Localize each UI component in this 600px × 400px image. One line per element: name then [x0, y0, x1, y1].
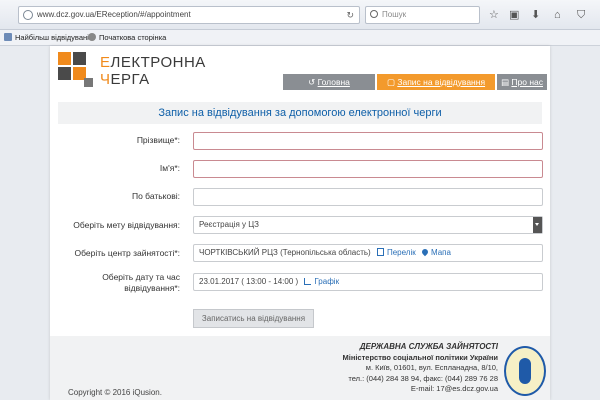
bookmark-start-page[interactable]: Початкова сторінка — [88, 30, 166, 46]
download-icon[interactable]: ⬇ — [531, 8, 540, 22]
folder-icon — [4, 33, 12, 41]
globe-icon — [23, 10, 33, 20]
surname-input[interactable] — [193, 132, 543, 150]
purpose-select[interactable]: Реєстрація у ЦЗ — [193, 216, 543, 234]
browser-search-input[interactable]: Пошук — [365, 6, 480, 24]
center-list-link[interactable]: Перелік — [387, 248, 416, 257]
list-icon — [376, 248, 384, 256]
page-content: ЕЛЕКТРОННА ЧЕРГА ↺ Головна ▢ Запис на ві… — [50, 46, 550, 400]
name-input[interactable] — [193, 160, 543, 178]
logo-square — [58, 67, 71, 80]
bookmarks-bar: Найбільш відвідувані Початкова сторінка — [0, 30, 600, 46]
patronymic-input[interactable] — [193, 188, 543, 206]
org-info: ДЕРЖАВНА СЛУЖБА ЗАЙНЯТОСТІ Міністерство … — [342, 342, 498, 393]
home-icon[interactable]: ⌂ — [554, 8, 561, 22]
patronymic-label: По батькові: — [131, 191, 180, 201]
center-label: Оберіть центр зайнятості*: — [74, 248, 180, 258]
browser-toolbar: www.dcz.gov.ua/EReception/#/appointment … — [0, 0, 600, 30]
schedule-link[interactable]: Графік — [314, 277, 339, 286]
surname-label: Прізвище*: — [136, 135, 180, 145]
reload-icon[interactable]: ↻ — [346, 7, 354, 23]
address-bar[interactable]: www.dcz.gov.ua/EReception/#/appointment … — [18, 6, 360, 24]
main-nav: ↺ Головна ▢ Запис на відвідування ▤ Про … — [283, 74, 547, 90]
name-label: Ім'я*: — [159, 163, 180, 173]
gear-icon — [88, 33, 96, 41]
chevron-down-icon — [533, 217, 542, 233]
nav-home[interactable]: ↺ Головна — [283, 74, 375, 90]
page-title: Запис на відвідування за допомогою елект… — [58, 102, 542, 124]
logo-text: ЕЛЕКТРОННА ЧЕРГА — [100, 54, 206, 88]
nav-about[interactable]: ▤ Про нас — [497, 74, 547, 90]
map-pin-icon — [420, 247, 430, 257]
logo-square — [58, 52, 71, 65]
purpose-label: Оберіть мету відвідування: — [73, 220, 180, 230]
pocket-icon[interactable]: ⛉ — [577, 8, 585, 22]
clipboard-icon[interactable]: ▣ — [509, 8, 519, 22]
datetime-label: Оберіть дату та час відвідування*: — [102, 272, 180, 293]
bookmark-most-visited[interactable]: Найбільш відвідувані — [4, 30, 89, 46]
logo-square — [73, 52, 86, 65]
search-icon — [370, 10, 378, 18]
center-map-link[interactable]: Мапа — [431, 248, 451, 257]
address-text: www.dcz.gov.ua/EReception/#/appointment — [37, 10, 191, 19]
emblem-icon — [504, 346, 546, 396]
star-icon[interactable]: ☆ — [489, 8, 499, 22]
submit-button[interactable]: Записатись на відвідування — [193, 309, 314, 328]
nav-appointment[interactable]: ▢ Запис на відвідування — [377, 74, 495, 90]
chart-icon — [304, 278, 312, 285]
search-placeholder: Пошук — [382, 10, 407, 19]
logo-square — [84, 78, 93, 87]
datetime-field[interactable]: 23.01.2017 ( 13:00 - 14:00 ) Графік — [193, 273, 543, 291]
center-field[interactable]: ЧОРТКІВСЬКИЙ РЦЗ (Тернопільська область)… — [193, 244, 543, 262]
footer: Copyright © 2016 iQusion. ДЕРЖАВНА СЛУЖБ… — [50, 336, 550, 400]
copyright: Copyright © 2016 iQusion. — [68, 388, 162, 397]
site-logo[interactable]: ЕЛЕКТРОННА ЧЕРГА — [58, 52, 208, 92]
